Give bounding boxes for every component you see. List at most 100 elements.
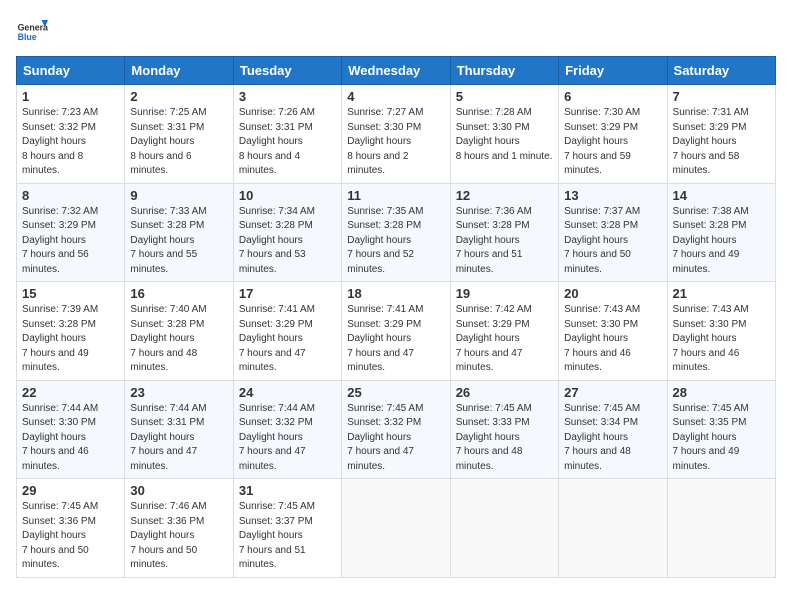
day-number: 24 xyxy=(239,385,336,400)
day-info: Sunrise: 7:28 AM Sunset: 3:30 PM Dayligh… xyxy=(456,106,553,164)
weekday-header: Wednesday xyxy=(342,57,450,85)
calendar-cell: 29 Sunrise: 7:45 AM Sunset: 3:36 PM Dayl… xyxy=(17,479,125,578)
day-info: Sunrise: 7:34 AM Sunset: 3:28 PM Dayligh… xyxy=(239,205,336,278)
day-info: Sunrise: 7:44 AM Sunset: 3:30 PM Dayligh… xyxy=(22,402,119,475)
calendar-cell: 21 Sunrise: 7:43 AM Sunset: 3:30 PM Dayl… xyxy=(667,282,775,381)
logo-icon: General Blue xyxy=(16,16,48,48)
day-info: Sunrise: 7:42 AM Sunset: 3:29 PM Dayligh… xyxy=(456,303,553,376)
day-number: 14 xyxy=(673,188,770,203)
day-number: 21 xyxy=(673,286,770,301)
day-number: 20 xyxy=(564,286,661,301)
calendar-cell xyxy=(667,479,775,578)
day-number: 17 xyxy=(239,286,336,301)
day-info: Sunrise: 7:46 AM Sunset: 3:36 PM Dayligh… xyxy=(130,500,227,573)
day-number: 12 xyxy=(456,188,553,203)
calendar-cell: 25 Sunrise: 7:45 AM Sunset: 3:32 PM Dayl… xyxy=(342,380,450,479)
calendar-cell: 11 Sunrise: 7:35 AM Sunset: 3:28 PM Dayl… xyxy=(342,183,450,282)
day-info: Sunrise: 7:27 AM Sunset: 3:30 PM Dayligh… xyxy=(347,106,444,179)
calendar-cell: 18 Sunrise: 7:41 AM Sunset: 3:29 PM Dayl… xyxy=(342,282,450,381)
day-info: Sunrise: 7:25 AM Sunset: 3:31 PM Dayligh… xyxy=(130,106,227,179)
weekday-header: Sunday xyxy=(17,57,125,85)
calendar-cell: 13 Sunrise: 7:37 AM Sunset: 3:28 PM Dayl… xyxy=(559,183,667,282)
day-number: 7 xyxy=(673,89,770,104)
day-number: 26 xyxy=(456,385,553,400)
logo: General Blue xyxy=(16,16,52,48)
day-number: 18 xyxy=(347,286,444,301)
day-number: 16 xyxy=(130,286,227,301)
calendar-cell: 22 Sunrise: 7:44 AM Sunset: 3:30 PM Dayl… xyxy=(17,380,125,479)
calendar-cell: 7 Sunrise: 7:31 AM Sunset: 3:29 PM Dayli… xyxy=(667,85,775,184)
calendar-cell: 23 Sunrise: 7:44 AM Sunset: 3:31 PM Dayl… xyxy=(125,380,233,479)
calendar-cell: 10 Sunrise: 7:34 AM Sunset: 3:28 PM Dayl… xyxy=(233,183,341,282)
day-number: 6 xyxy=(564,89,661,104)
calendar-cell: 14 Sunrise: 7:38 AM Sunset: 3:28 PM Dayl… xyxy=(667,183,775,282)
day-number: 11 xyxy=(347,188,444,203)
calendar-cell: 3 Sunrise: 7:26 AM Sunset: 3:31 PM Dayli… xyxy=(233,85,341,184)
day-number: 23 xyxy=(130,385,227,400)
calendar-header-row: SundayMondayTuesdayWednesdayThursdayFrid… xyxy=(17,57,776,85)
calendar-cell: 1 Sunrise: 7:23 AM Sunset: 3:32 PM Dayli… xyxy=(17,85,125,184)
day-info: Sunrise: 7:44 AM Sunset: 3:31 PM Dayligh… xyxy=(130,402,227,475)
calendar-cell: 27 Sunrise: 7:45 AM Sunset: 3:34 PM Dayl… xyxy=(559,380,667,479)
weekday-header: Monday xyxy=(125,57,233,85)
day-info: Sunrise: 7:44 AM Sunset: 3:32 PM Dayligh… xyxy=(239,402,336,475)
day-number: 4 xyxy=(347,89,444,104)
calendar-cell: 9 Sunrise: 7:33 AM Sunset: 3:28 PM Dayli… xyxy=(125,183,233,282)
day-number: 31 xyxy=(239,483,336,498)
day-number: 19 xyxy=(456,286,553,301)
svg-text:Blue: Blue xyxy=(18,32,37,42)
day-info: Sunrise: 7:45 AM Sunset: 3:36 PM Dayligh… xyxy=(22,500,119,573)
calendar-cell: 26 Sunrise: 7:45 AM Sunset: 3:33 PM Dayl… xyxy=(450,380,558,479)
weekday-header: Friday xyxy=(559,57,667,85)
calendar-cell xyxy=(559,479,667,578)
day-number: 13 xyxy=(564,188,661,203)
calendar-cell: 24 Sunrise: 7:44 AM Sunset: 3:32 PM Dayl… xyxy=(233,380,341,479)
calendar-cell: 31 Sunrise: 7:45 AM Sunset: 3:37 PM Dayl… xyxy=(233,479,341,578)
calendar-cell: 2 Sunrise: 7:25 AM Sunset: 3:31 PM Dayli… xyxy=(125,85,233,184)
day-info: Sunrise: 7:36 AM Sunset: 3:28 PM Dayligh… xyxy=(456,205,553,278)
calendar-cell xyxy=(342,479,450,578)
day-info: Sunrise: 7:26 AM Sunset: 3:31 PM Dayligh… xyxy=(239,106,336,179)
day-info: Sunrise: 7:45 AM Sunset: 3:32 PM Dayligh… xyxy=(347,402,444,475)
day-info: Sunrise: 7:41 AM Sunset: 3:29 PM Dayligh… xyxy=(347,303,444,376)
day-info: Sunrise: 7:45 AM Sunset: 3:35 PM Dayligh… xyxy=(673,402,770,475)
calendar-cell: 6 Sunrise: 7:30 AM Sunset: 3:29 PM Dayli… xyxy=(559,85,667,184)
calendar-cell: 15 Sunrise: 7:39 AM Sunset: 3:28 PM Dayl… xyxy=(17,282,125,381)
day-info: Sunrise: 7:45 AM Sunset: 3:37 PM Dayligh… xyxy=(239,500,336,573)
calendar-cell: 5 Sunrise: 7:28 AM Sunset: 3:30 PM Dayli… xyxy=(450,85,558,184)
calendar-cell: 20 Sunrise: 7:43 AM Sunset: 3:30 PM Dayl… xyxy=(559,282,667,381)
calendar-cell: 30 Sunrise: 7:46 AM Sunset: 3:36 PM Dayl… xyxy=(125,479,233,578)
day-number: 30 xyxy=(130,483,227,498)
calendar-cell: 28 Sunrise: 7:45 AM Sunset: 3:35 PM Dayl… xyxy=(667,380,775,479)
day-number: 15 xyxy=(22,286,119,301)
day-number: 10 xyxy=(239,188,336,203)
calendar-cell: 19 Sunrise: 7:42 AM Sunset: 3:29 PM Dayl… xyxy=(450,282,558,381)
day-info: Sunrise: 7:23 AM Sunset: 3:32 PM Dayligh… xyxy=(22,106,119,179)
day-info: Sunrise: 7:45 AM Sunset: 3:34 PM Dayligh… xyxy=(564,402,661,475)
calendar-table: SundayMondayTuesdayWednesdayThursdayFrid… xyxy=(16,56,776,578)
calendar-cell: 4 Sunrise: 7:27 AM Sunset: 3:30 PM Dayli… xyxy=(342,85,450,184)
day-number: 28 xyxy=(673,385,770,400)
day-info: Sunrise: 7:35 AM Sunset: 3:28 PM Dayligh… xyxy=(347,205,444,278)
day-number: 1 xyxy=(22,89,119,104)
day-number: 25 xyxy=(347,385,444,400)
day-info: Sunrise: 7:30 AM Sunset: 3:29 PM Dayligh… xyxy=(564,106,661,179)
calendar-cell xyxy=(450,479,558,578)
day-number: 9 xyxy=(130,188,227,203)
calendar-cell: 16 Sunrise: 7:40 AM Sunset: 3:28 PM Dayl… xyxy=(125,282,233,381)
weekday-header: Tuesday xyxy=(233,57,341,85)
weekday-header: Thursday xyxy=(450,57,558,85)
calendar-cell: 12 Sunrise: 7:36 AM Sunset: 3:28 PM Dayl… xyxy=(450,183,558,282)
day-info: Sunrise: 7:41 AM Sunset: 3:29 PM Dayligh… xyxy=(239,303,336,376)
day-number: 22 xyxy=(22,385,119,400)
calendar-cell: 17 Sunrise: 7:41 AM Sunset: 3:29 PM Dayl… xyxy=(233,282,341,381)
weekday-header: Saturday xyxy=(667,57,775,85)
day-info: Sunrise: 7:33 AM Sunset: 3:28 PM Dayligh… xyxy=(130,205,227,278)
day-info: Sunrise: 7:32 AM Sunset: 3:29 PM Dayligh… xyxy=(22,205,119,278)
day-info: Sunrise: 7:45 AM Sunset: 3:33 PM Dayligh… xyxy=(456,402,553,475)
day-info: Sunrise: 7:40 AM Sunset: 3:28 PM Dayligh… xyxy=(130,303,227,376)
day-info: Sunrise: 7:37 AM Sunset: 3:28 PM Dayligh… xyxy=(564,205,661,278)
day-info: Sunrise: 7:38 AM Sunset: 3:28 PM Dayligh… xyxy=(673,205,770,278)
day-info: Sunrise: 7:39 AM Sunset: 3:28 PM Dayligh… xyxy=(22,303,119,376)
day-info: Sunrise: 7:43 AM Sunset: 3:30 PM Dayligh… xyxy=(673,303,770,376)
